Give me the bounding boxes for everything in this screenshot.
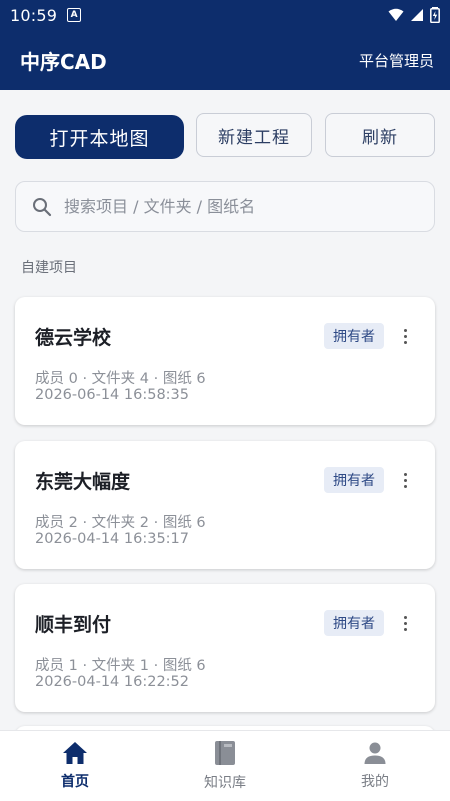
user-role[interactable]: 平台管理员 xyxy=(359,50,434,71)
project-card[interactable]: 东莞大幅度 拥有者 成员 2 · 文件夹 2 · 图纸 6 2026-04-14… xyxy=(15,441,435,569)
refresh-button[interactable]: 刷新 xyxy=(325,113,435,157)
notification-a-icon: A xyxy=(67,8,82,22)
project-timestamp: 2026-04-14 16:35:17 xyxy=(35,531,189,547)
project-name: 东莞大幅度 xyxy=(35,471,131,493)
book-icon xyxy=(215,741,235,765)
nav-knowledge-label: 知识库 xyxy=(204,775,246,791)
status-bar: 10:59 A xyxy=(0,0,450,30)
nav-home[interactable]: 首页 xyxy=(0,731,150,801)
app-bar: 中序CAD 平台管理员 xyxy=(0,30,450,90)
role-badge: 拥有者 xyxy=(324,467,384,493)
project-name: 顺丰到付 xyxy=(35,614,112,636)
nav-home-label: 首页 xyxy=(61,774,89,790)
more-vertical-icon[interactable] xyxy=(393,467,417,493)
project-card[interactable]: 德云学校 拥有者 成员 0 · 文件夹 4 · 图纸 6 2026-06-14 … xyxy=(15,297,435,425)
project-stats: 成员 0 · 文件夹 4 · 图纸 6 xyxy=(35,371,206,387)
battery-icon xyxy=(430,7,440,23)
search-box[interactable] xyxy=(15,181,435,232)
nav-profile[interactable]: 我的 xyxy=(300,731,450,801)
main-content: 打开本地图 新建工程 刷新 自建项目 德云学校 拥有者 成员 0 · 文件夹 4… xyxy=(0,90,450,730)
action-row: 打开本地图 新建工程 刷新 xyxy=(15,113,435,161)
status-icons xyxy=(388,7,440,23)
role-badge: 拥有者 xyxy=(324,610,384,636)
more-vertical-icon[interactable] xyxy=(393,323,417,349)
new-project-button[interactable]: 新建工程 xyxy=(196,113,312,157)
home-icon xyxy=(63,742,87,764)
search-input[interactable] xyxy=(62,196,406,217)
app-title: 中序CAD xyxy=(20,49,107,74)
signal-icon xyxy=(411,9,423,21)
open-local-drawing-button[interactable]: 打开本地图 xyxy=(15,115,184,159)
role-badge: 拥有者 xyxy=(324,323,384,349)
project-card[interactable]: 顺丰到付 拥有者 成员 1 · 文件夹 1 · 图纸 6 2026-04-14 … xyxy=(15,584,435,712)
project-name: 德云学校 xyxy=(35,327,112,349)
status-left: 10:59 A xyxy=(10,5,82,25)
nav-knowledge[interactable]: 知识库 xyxy=(150,731,300,801)
person-icon xyxy=(364,742,386,764)
project-timestamp: 2026-06-14 16:58:35 xyxy=(35,387,189,403)
project-stats: 成员 2 · 文件夹 2 · 图纸 6 xyxy=(35,515,206,531)
search-icon xyxy=(33,197,52,216)
section-label: 自建项目 xyxy=(21,260,77,276)
project-stats: 成员 1 · 文件夹 1 · 图纸 6 xyxy=(35,658,206,674)
bottom-nav: 首页 知识库 我的 xyxy=(0,730,450,801)
status-time: 10:59 xyxy=(10,5,58,25)
nav-profile-label: 我的 xyxy=(361,774,389,790)
wifi-icon xyxy=(388,8,404,21)
project-timestamp: 2026-04-14 16:22:52 xyxy=(35,674,189,690)
more-vertical-icon[interactable] xyxy=(393,610,417,636)
